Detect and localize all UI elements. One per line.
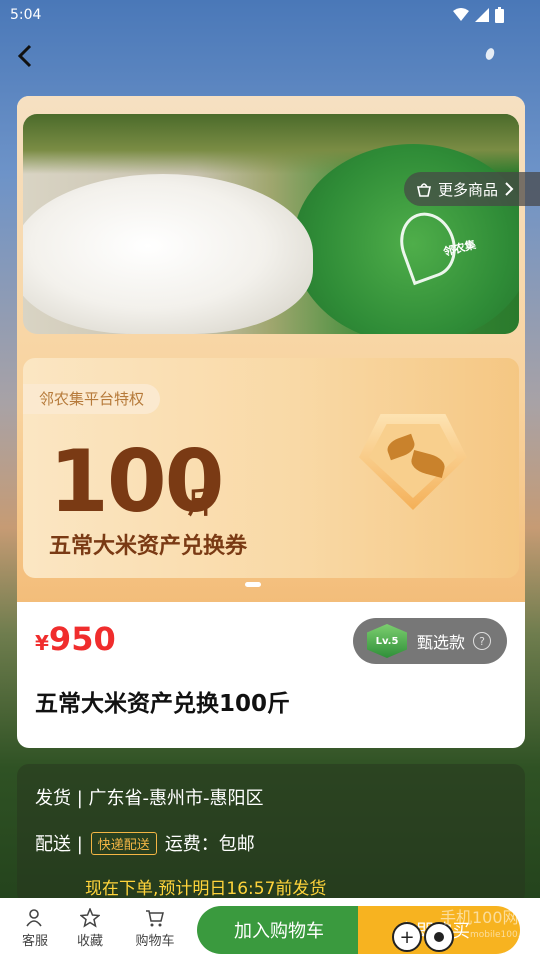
bottom-action-bar: 客服 收藏 购物车 加入购物车 立即购买 + 手机100网 mobile100.… [0, 898, 540, 960]
shipping-fee: 运费：包邮 [164, 834, 255, 855]
coupon-unit: 斤 [187, 486, 217, 521]
cart-label: 购物车 [135, 934, 175, 949]
ship-origin: 发货 | 广东省-惠州市-惠阳区 [35, 788, 264, 809]
price: ¥950 [35, 620, 116, 658]
signal-icon [475, 8, 489, 22]
product-title: 五常大米资产兑换100斤 [35, 691, 291, 717]
person-icon [26, 909, 42, 927]
privilege-tag: 邻农集平台特权 [23, 384, 161, 414]
price-value: 950 [48, 620, 116, 658]
bag-icon [417, 183, 431, 197]
wifi-icon [453, 8, 469, 21]
service-button[interactable]: 客服 [10, 908, 60, 949]
cart-nav-button[interactable]: 购物车 [128, 908, 182, 949]
ship-estimate: 现在下单,预计明日16:57前发货 [85, 879, 327, 899]
level-shield-icon: Lv.5 [367, 624, 407, 658]
battery-icon [495, 7, 504, 23]
sparkle-decoration [484, 46, 496, 62]
more-products-button[interactable]: 更多商品 [404, 172, 540, 206]
shipping-info: 发货 | 广东省-惠州市-惠阳区 配送 | 快递配送 运费：包邮 现在下单,预计… [17, 764, 525, 904]
plus-icon: + [392, 922, 422, 952]
selection-label: 甄选款 [417, 633, 466, 652]
delivery-row: 配送 | 快递配送 运费：包邮 [35, 830, 255, 856]
help-icon: ? [473, 632, 492, 650]
add-to-cart-button[interactable]: 加入购物车 [197, 906, 361, 954]
currency-symbol: ¥ [35, 631, 49, 655]
watermark-sub: mobile100.com [470, 930, 540, 940]
status-icons [453, 7, 504, 23]
status-time: 5:04 [10, 7, 42, 23]
coupon-panel: 邻农集平台特权 100 斤 五常大米资产兑换券 [23, 358, 519, 578]
delivery-method-badge: 快递配送 [90, 831, 157, 855]
more-products-label: 更多商品 [438, 180, 499, 199]
chevron-right-icon [505, 182, 514, 196]
star-icon [80, 908, 100, 928]
cart-icon [146, 910, 164, 927]
delivery-prefix: 配送 | [35, 834, 83, 855]
service-label: 客服 [21, 934, 48, 949]
back-arrow-icon[interactable] [14, 42, 38, 70]
carousel-indicator [245, 582, 261, 587]
status-bar: 5:04 [0, 0, 540, 32]
favorite-button[interactable]: 收藏 [65, 908, 115, 949]
favorite-label: 收藏 [76, 934, 103, 949]
rice-pile [23, 174, 313, 334]
coupon-subtitle: 五常大米资产兑换券 [49, 534, 248, 559]
selection-badge[interactable]: Lv.5 甄选款 ? [353, 618, 507, 664]
watermark: 手机100网 [440, 908, 519, 927]
rice-field-photo: 邻农集 [23, 114, 519, 334]
